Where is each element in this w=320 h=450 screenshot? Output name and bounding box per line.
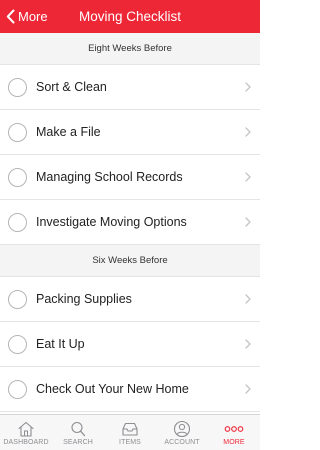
section-header-eight-weeks: Eight Weeks Before [0,33,260,65]
chevron-right-icon [245,217,251,227]
inbox-tray-icon [120,420,140,438]
checkbox-circle[interactable] [8,212,27,232]
checklist-item-label: Make a File [36,125,101,139]
tab-more[interactable]: MORE [208,415,260,450]
house-icon [16,420,36,438]
checklist-item-sort-clean[interactable]: Sort & Clean [0,65,260,110]
checklist-item-label: Managing School Records [36,170,183,184]
chevron-right-icon [245,82,251,92]
section-header-six-weeks: Six Weeks Before [0,245,260,277]
app-screen: More Moving Checklist Eight Weeks Before… [0,0,260,450]
checkbox-circle[interactable] [8,334,27,354]
checkbox-circle[interactable] [8,77,27,97]
magnifier-icon [68,420,88,438]
checkbox-circle[interactable] [8,167,27,187]
tab-account[interactable]: ACCOUNT [156,415,208,450]
checklist-item-label: Check Out Your New Home [36,382,189,396]
checklist-item-moving-options[interactable]: Investigate Moving Options [0,200,260,245]
chevron-right-icon [245,172,251,182]
checklist-item-new-home[interactable]: Check Out Your New Home [0,367,260,412]
chevron-right-icon [245,339,251,349]
checklist-item-school-records[interactable]: Managing School Records [0,155,260,200]
checklist-item-packing-supplies[interactable]: Packing Supplies [0,277,260,322]
tab-bar: DASHBOARD SEARCH ITEMS ACCOUNT MORE [0,414,260,450]
chevron-right-icon [245,127,251,137]
checklist-item-make-file[interactable]: Make a File [0,110,260,155]
checkbox-circle[interactable] [8,379,27,399]
three-dots-icon [224,420,244,438]
tab-label: MORE [223,439,245,446]
checklist-item-label: Eat It Up [36,337,85,351]
checkbox-circle[interactable] [8,122,27,142]
tab-items[interactable]: ITEMS [104,415,156,450]
person-circle-icon [172,420,192,438]
tab-dashboard[interactable]: DASHBOARD [0,415,52,450]
checklist-item-eat-it-up[interactable]: Eat It Up [0,322,260,367]
checklist[interactable]: Eight Weeks Before Sort & Clean Make a F… [0,33,260,414]
tab-label: ACCOUNT [164,439,200,446]
tab-label: ITEMS [119,439,141,446]
tab-label: DASHBOARD [3,439,49,446]
tab-search[interactable]: SEARCH [52,415,104,450]
checklist-item-label: Sort & Clean [36,80,107,94]
page-title: Moving Checklist [78,9,182,24]
chevron-right-icon [245,384,251,394]
checklist-item-label: Packing Supplies [36,292,132,306]
tab-label: SEARCH [63,439,93,446]
checklist-item-label: Investigate Moving Options [36,215,187,229]
checkbox-circle[interactable] [8,289,27,309]
navigation-bar: More Moving Checklist [0,0,260,33]
chevron-right-icon [245,294,251,304]
